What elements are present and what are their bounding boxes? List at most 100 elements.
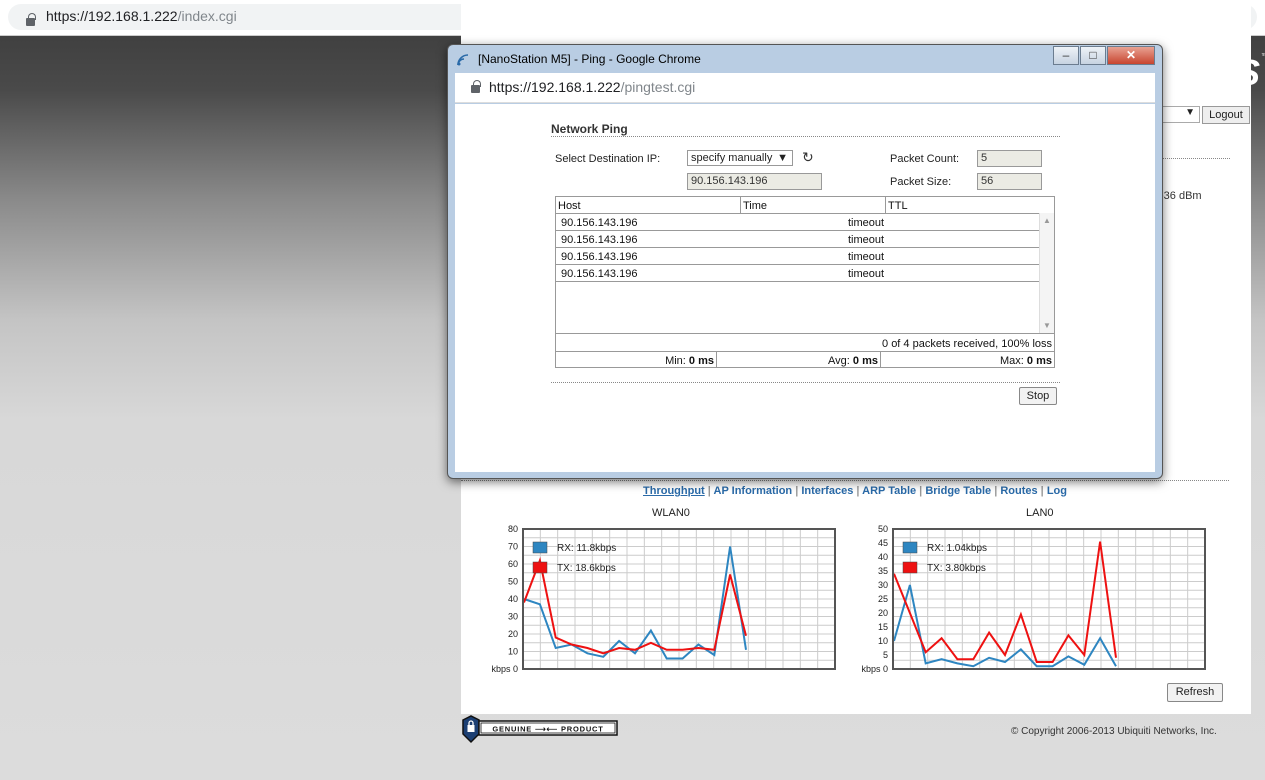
lock-icon	[471, 80, 481, 93]
tab-throughput[interactable]: Throughput	[643, 485, 705, 497]
y-tick-label: 10	[508, 647, 518, 657]
popup-address-text: https://192.168.1.222/pingtest.cgi	[489, 79, 696, 95]
ping-summary: 0 of 4 packets received, 100% loss	[882, 338, 1052, 350]
divider	[555, 213, 1055, 214]
row-time: timeout	[848, 268, 885, 280]
genuine-product-badge: GENUINE ⟶⟵ PRODUCT	[462, 715, 618, 744]
copyright: © Copyright 2006-2013 Ubiquiti Networks,…	[1011, 726, 1217, 737]
legend-label: TX: 3.80kbps	[927, 563, 986, 574]
legend-swatch	[532, 561, 548, 574]
column-header-host: Host	[558, 200, 581, 212]
column-header-ttl: TTL	[888, 200, 908, 212]
section-title: Network Ping	[551, 122, 628, 136]
results-scrollbar[interactable]: ▲ ▼	[1039, 213, 1054, 333]
divider	[551, 136, 1060, 137]
row-host: 90.156.143.196	[561, 251, 638, 263]
wlan0-chart-title: WLAN0	[652, 507, 690, 519]
y-tick-label: 40	[878, 552, 888, 562]
packet-count-field[interactable]: 5	[977, 150, 1042, 167]
tab-routes[interactable]: Routes	[1000, 485, 1037, 497]
y-tick-label: 50	[878, 524, 888, 534]
popup-url-bar[interactable]: https://192.168.1.222/pingtest.cgi	[455, 73, 1155, 103]
tab-bridge-table[interactable]: Bridge Table	[925, 485, 991, 497]
y-tick-label: 20	[878, 608, 888, 618]
destination-select[interactable]: specify manually ▼	[687, 150, 793, 166]
maximize-button[interactable]: □	[1080, 46, 1106, 65]
y-tick-label: 50	[508, 577, 518, 587]
packet-count-label: Packet Count:	[890, 153, 960, 165]
y-tick-label: kbps 0	[491, 664, 518, 674]
row-host: 90.156.143.196	[561, 217, 638, 229]
lock-icon	[26, 13, 36, 26]
divider	[740, 196, 741, 213]
reload-icon[interactable]: ↻	[802, 149, 814, 166]
packet-size-field[interactable]: 56	[977, 173, 1042, 190]
logout-button[interactable]: Logout	[1202, 106, 1250, 124]
y-tick-label: 70	[508, 542, 518, 552]
popup-title: [NanoStation M5] - Ping - Google Chrome	[478, 52, 701, 66]
y-tick-label: 80	[508, 524, 518, 534]
scroll-up-icon[interactable]: ▲	[1043, 216, 1051, 225]
legend-label: RX: 11.8kbps	[557, 543, 616, 554]
language-select[interactable]: ▼	[1160, 106, 1200, 123]
tab-log[interactable]: Log	[1047, 485, 1067, 497]
stop-button[interactable]: Stop	[1019, 387, 1057, 405]
legend-label: TX: 18.6kbps	[557, 563, 616, 574]
packet-size-label: Packet Size:	[890, 176, 952, 188]
y-tick-label: 45	[878, 538, 888, 548]
column-header-time: Time	[743, 200, 768, 212]
divider	[555, 264, 1039, 265]
y-tick-label: 25	[878, 594, 888, 604]
legend-swatch	[902, 561, 918, 574]
monitor-tabs: Throughput | AP Information | Interfaces…	[643, 485, 1067, 497]
row-time: timeout	[848, 234, 885, 246]
divider	[555, 351, 1055, 352]
tab-arp-table[interactable]: ARP Table	[862, 485, 916, 497]
lan0-chart: kbps 0 5 10 15 20 25 30 35 40 45 50 RX: 1.04kbps TX:…	[861, 524, 1206, 674]
chevron-down-icon: ▼	[777, 152, 788, 164]
destination-label: Select Destination IP:	[555, 153, 661, 165]
wlan0-chart: kbps 0 10 20 30 40 50 60 70 80 RX: 11.8kbps TX: 18…	[491, 524, 836, 674]
close-button[interactable]: ✕	[1107, 46, 1155, 65]
y-tick-label: 15	[878, 622, 888, 632]
y-tick-label: 30	[508, 612, 518, 622]
divider	[885, 196, 886, 213]
y-tick-label: 5	[883, 650, 888, 660]
divider	[555, 247, 1039, 248]
destination-ip-field[interactable]: 90.156.143.196	[687, 173, 822, 190]
lan0-chart-title: LAN0	[1026, 507, 1054, 519]
row-time: timeout	[848, 217, 885, 229]
legend-swatch	[902, 541, 918, 554]
avg-time: Avg: 0 ms	[828, 355, 878, 367]
scroll-down-icon[interactable]: ▼	[1043, 321, 1051, 330]
divider	[555, 333, 1055, 334]
y-tick-label: 20	[508, 629, 518, 639]
tab-interfaces[interactable]: Interfaces	[801, 485, 853, 497]
tab-ap-information[interactable]: AP Information	[714, 485, 793, 497]
divider	[461, 480, 1229, 481]
row-time: timeout	[848, 251, 885, 263]
row-host: 90.156.143.196	[561, 234, 638, 246]
y-tick-label: 40	[508, 594, 518, 604]
divider	[555, 281, 1039, 282]
min-time: Min: 0 ms	[665, 355, 714, 367]
legend-label: RX: 1.04kbps	[927, 543, 987, 554]
y-tick-label: 35	[878, 566, 888, 576]
airos-logo: airOS™	[1160, 52, 1265, 93]
y-tick-label: 60	[508, 559, 518, 569]
max-time: Max: 0 ms	[1000, 355, 1052, 367]
address-text: https://192.168.1.222/index.cgi	[46, 8, 237, 24]
row-host: 90.156.143.196	[561, 268, 638, 280]
y-tick-label: 10	[878, 636, 888, 646]
legend-swatch	[532, 541, 548, 554]
signal-strength: -36 dBm	[1160, 190, 1202, 202]
svg-text:GENUINE ⟶⟵ PRODUCT: GENUINE ⟶⟵ PRODUCT	[492, 725, 603, 734]
refresh-button[interactable]: Refresh	[1167, 683, 1223, 702]
divider	[555, 230, 1039, 231]
wifi-icon	[457, 54, 469, 66]
y-tick-label: 30	[878, 580, 888, 590]
y-tick-label: kbps 0	[861, 664, 888, 674]
minimize-button[interactable]: –	[1053, 46, 1079, 65]
divider	[551, 382, 1060, 383]
divider	[1160, 158, 1230, 159]
